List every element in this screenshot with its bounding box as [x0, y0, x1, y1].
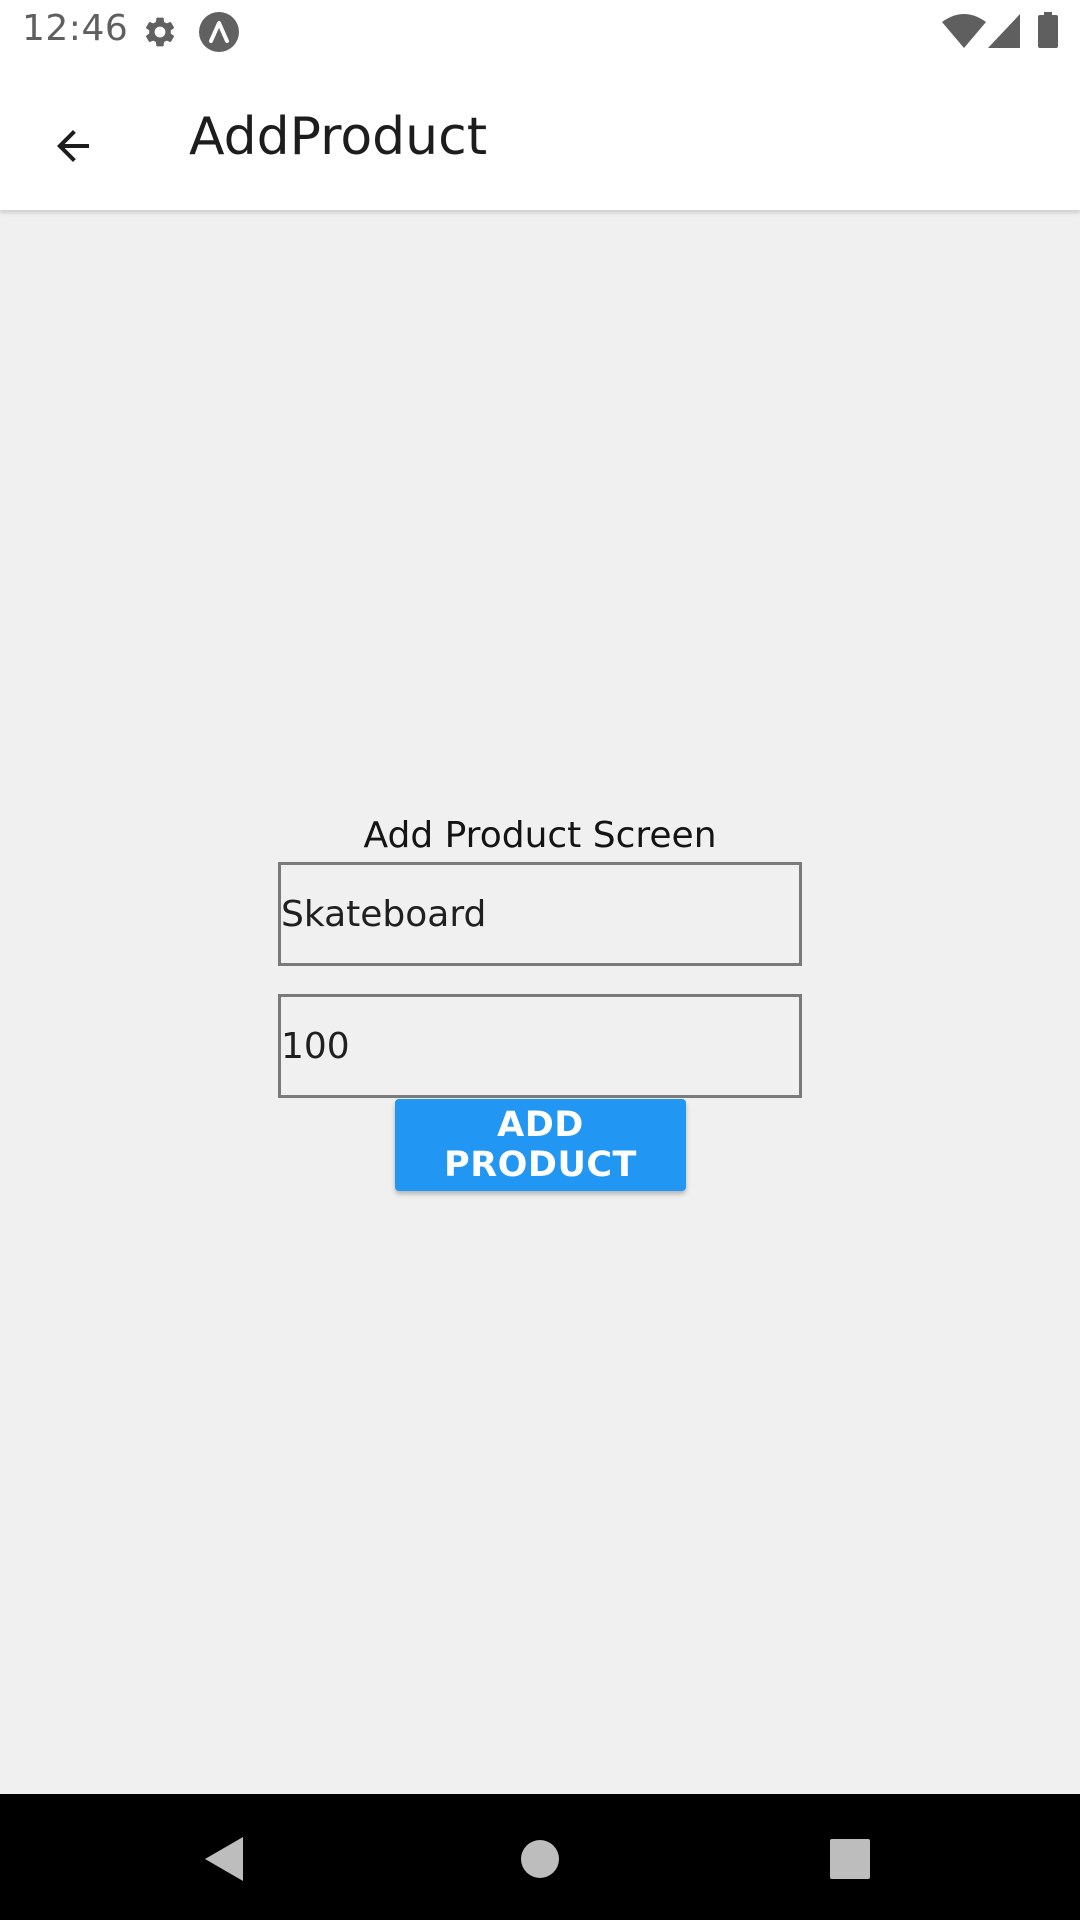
nav-home-button[interactable] — [495, 1814, 585, 1904]
nav-recents-button[interactable] — [805, 1814, 895, 1904]
product-name-input[interactable] — [278, 862, 802, 966]
app-bar: AddProduct — [0, 63, 1080, 210]
status-bar: 12:46 — [0, 0, 1080, 63]
product-price-input[interactable] — [278, 994, 802, 1098]
add-product-button[interactable]: ADD PRODUCT — [395, 1099, 686, 1191]
status-time: 12:46 — [22, 8, 129, 49]
back-triangle-icon — [205, 1837, 243, 1881]
gear-icon — [145, 17, 175, 47]
a-icon — [199, 12, 239, 52]
signal-icon — [988, 14, 1020, 48]
wifi-icon — [942, 14, 986, 48]
navigation-bar — [0, 1794, 1080, 1920]
arrow-back-icon — [57, 130, 89, 162]
battery-icon — [1038, 12, 1058, 48]
page-title: AddProduct — [189, 107, 488, 167]
screen-label: Add Product Screen — [363, 815, 717, 856]
home-circle-icon — [521, 1840, 559, 1878]
back-button[interactable] — [30, 103, 116, 189]
recents-square-icon — [830, 1839, 870, 1879]
nav-back-button[interactable] — [180, 1814, 270, 1904]
